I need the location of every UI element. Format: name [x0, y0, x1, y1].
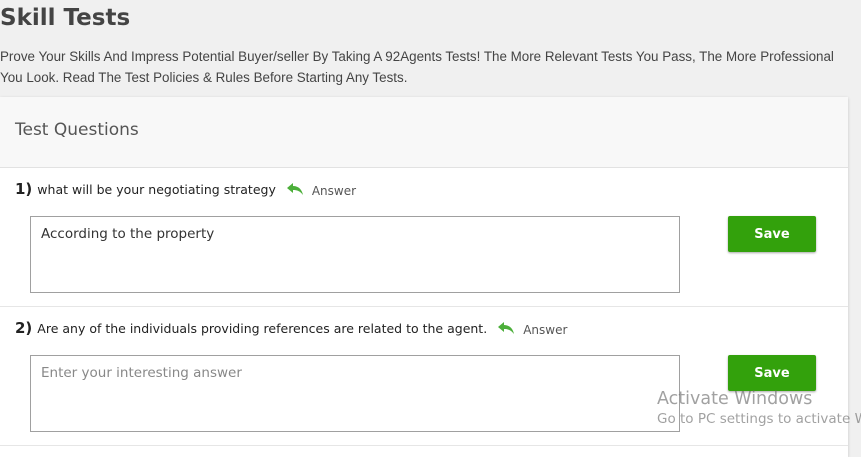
reply-arrow-icon[interactable]	[286, 181, 304, 197]
save-button[interactable]: Save	[728, 355, 816, 391]
question-number: 1)	[15, 180, 33, 198]
activate-windows-watermark: Activate Windows Go to PC settings to ac…	[657, 389, 861, 427]
question-row: 1) what will be your negotiating strateg…	[15, 180, 356, 198]
watermark-subtitle: Go to PC settings to activate W	[657, 411, 861, 427]
question-number: 2)	[15, 319, 33, 337]
answer-link[interactable]: Answer	[312, 184, 356, 198]
question-text: what will be your negotiating strategy	[37, 181, 276, 197]
answer-textarea[interactable]: Enter your interesting answer	[30, 355, 680, 432]
card-header: Test Questions	[0, 97, 848, 168]
question-row: 2) Are any of the individuals providing …	[15, 319, 567, 337]
question-item: 1) what will be your negotiating strateg…	[0, 168, 848, 307]
page-intro: Prove Your Skills And Impress Potential …	[0, 49, 834, 85]
answer-link[interactable]: Answer	[523, 323, 567, 337]
card-title: Test Questions	[15, 120, 139, 140]
save-button[interactable]: Save	[728, 216, 816, 252]
reply-arrow-icon[interactable]	[497, 320, 515, 336]
watermark-title: Activate Windows	[657, 389, 813, 409]
question-text: Are any of the individuals providing ref…	[37, 320, 488, 336]
answer-textarea[interactable]: According to the property	[30, 216, 680, 293]
page-title: Skill Tests	[0, 5, 131, 31]
